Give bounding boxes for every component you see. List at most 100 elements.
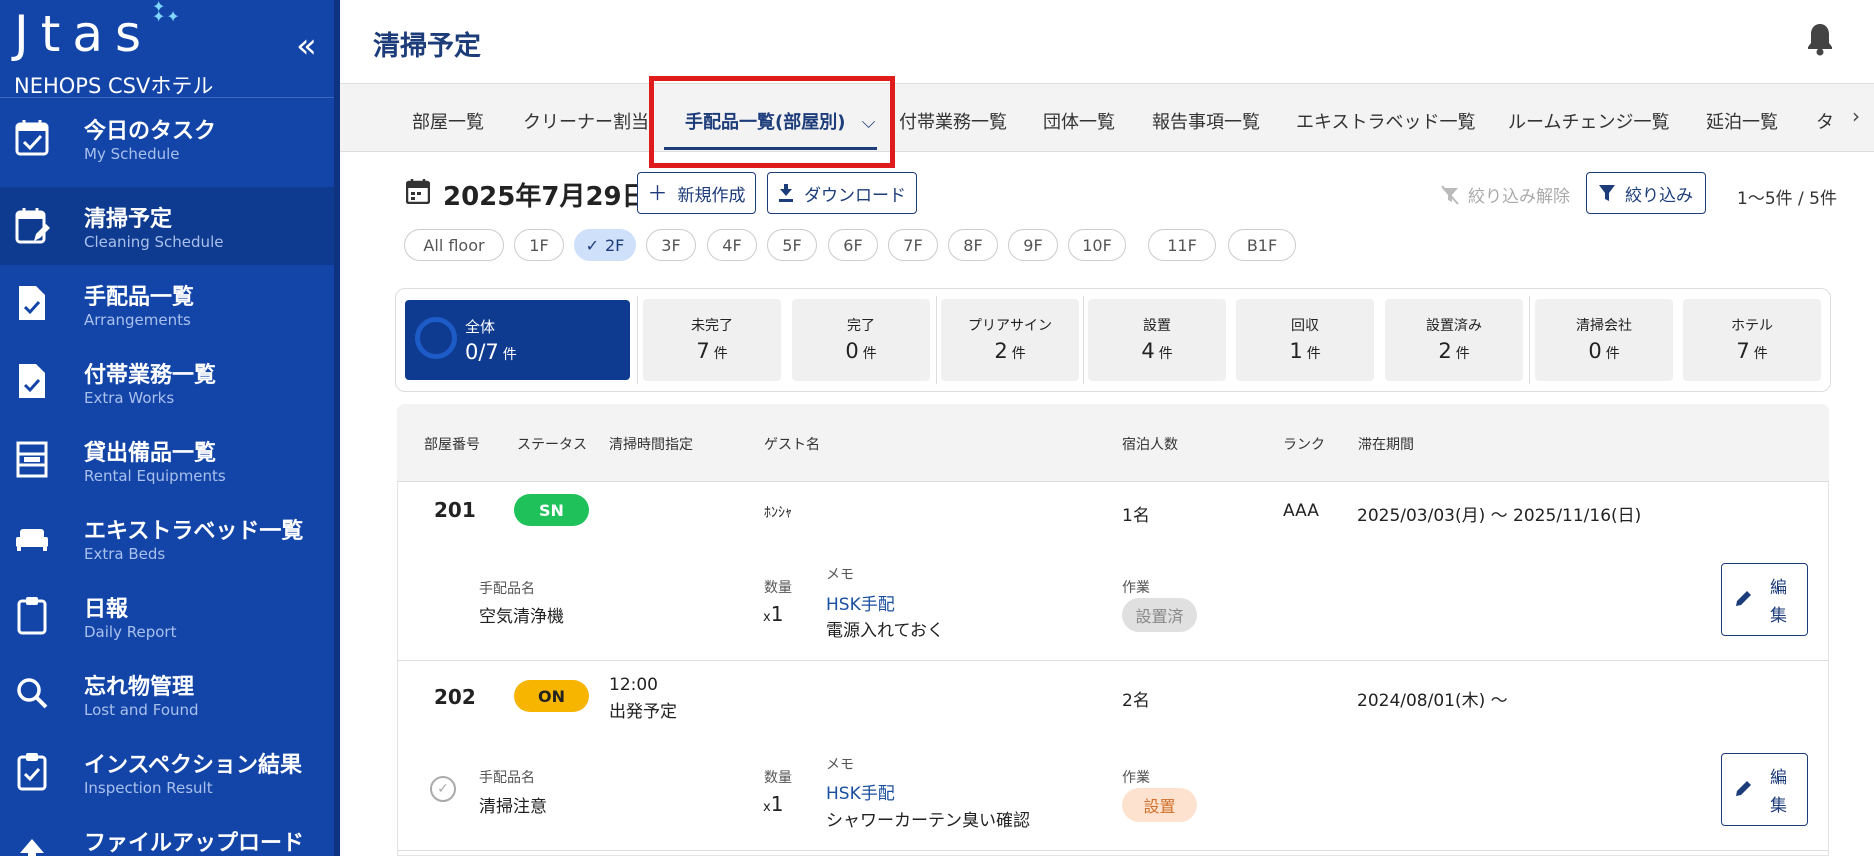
sidebar-item-daily-report[interactable]: 日報 Daily Report <box>0 577 334 655</box>
stat-divider <box>1529 296 1530 384</box>
upload-icon <box>20 839 44 856</box>
tab-groups[interactable]: 団体一覧 <box>1043 108 1115 134</box>
edit-button[interactable]: 編集 <box>1721 753 1808 826</box>
column-header-guest[interactable]: ゲスト名 <box>764 434 820 454</box>
sidebar-item-sublabel: Inspection Result <box>84 779 213 797</box>
floor-chip-3f[interactable]: 3F <box>646 229 696 261</box>
floor-chip-9f[interactable]: 9F <box>1008 229 1058 261</box>
stat-card-complete[interactable]: 完了 0 件 <box>792 299 930 381</box>
item-name: 清掃注意 <box>479 797 547 817</box>
pencil-icon <box>1736 781 1751 796</box>
chevron-right-icon[interactable]: › <box>1852 104 1860 128</box>
collapse-sidebar-button[interactable]: « <box>296 26 317 66</box>
tab-room-list[interactable]: 部屋一覧 <box>412 108 484 134</box>
stay-period: 2024/08/01(木) 〜 <box>1357 691 1508 711</box>
floor-chip-8f[interactable]: 8F <box>948 229 998 261</box>
floor-chip-4f[interactable]: 4F <box>707 229 757 261</box>
floor-chip-7f[interactable]: 7F <box>888 229 938 261</box>
cleaning-time: 12:00 <box>609 675 658 695</box>
quantity-value: 1 <box>770 792 784 816</box>
sidebar-item-lost-and-found[interactable]: 忘れ物管理 Lost and Found <box>0 655 334 733</box>
brand: Jtas ✦ ✦✦ NEHOPS CSVホテル <box>14 0 213 98</box>
item-name-label: 手配品名 <box>479 770 535 786</box>
stat-card-hotel[interactable]: ホテル 7 件 <box>1683 299 1821 381</box>
tab-extended-stay[interactable]: 延泊一覧 <box>1706 108 1778 134</box>
stat-divider <box>936 296 937 384</box>
calendar-icon <box>406 179 430 204</box>
column-header-guests-count[interactable]: 宿泊人数 <box>1122 434 1178 454</box>
sidebar-item-cleaning-schedule[interactable]: 清掃予定 Cleaning Schedule <box>0 187 334 265</box>
tab-cleaner-assign[interactable]: クリーナー割当 <box>523 108 649 134</box>
sidebar-item-label: 忘れ物管理 <box>84 675 195 700</box>
room-number[interactable]: 202 <box>434 685 476 709</box>
stat-label: 完了 <box>847 318 875 334</box>
stat-value: 0件 <box>1535 339 1673 363</box>
sidebar-item-my-schedule[interactable]: 今日のタスク My Schedule <box>0 99 334 177</box>
stat-card-collect[interactable]: 回収 1 件 <box>1236 299 1374 381</box>
column-header-status[interactable]: ステータス <box>517 434 587 454</box>
sidebar-item-extra-works[interactable]: 付帯業務一覧 Extra Works <box>0 343 334 421</box>
new-button[interactable]: ＋ 新規作成 <box>637 172 756 214</box>
work-status-badge: 設置済 <box>1122 598 1197 632</box>
sidebar-item-sublabel: Extra Beds <box>84 545 166 563</box>
cleaning-time-note: 出発予定 <box>609 702 677 722</box>
stat-number: 2 <box>1438 339 1452 363</box>
memo-link[interactable]: HSK手配 <box>826 590 895 615</box>
tab-overflow[interactable]: タ <box>1816 108 1834 134</box>
download-button-label: ダウンロード <box>804 185 906 206</box>
tab-extra-beds[interactable]: エキストラベッド一覧 <box>1296 108 1475 134</box>
sidebar-item-file-upload[interactable]: ファイルアップロード <box>0 811 334 856</box>
sidebar-item-label: 清掃予定 <box>84 207 173 232</box>
date-title[interactable]: 2025年7月29日 <box>443 176 648 213</box>
sidebar-item-extra-beds[interactable]: エキストラベッド一覧 Extra Beds <box>0 499 334 577</box>
floor-chip-all[interactable]: All floor <box>404 229 504 261</box>
stat-card-preassign[interactable]: プリアサイン 2 件 <box>941 299 1079 381</box>
stat-number: 2 <box>994 339 1008 363</box>
filter-icon <box>1599 185 1615 201</box>
sidebar-item-label: 日報 <box>84 597 129 622</box>
floor-chip-11f[interactable]: 11F <box>1148 229 1216 261</box>
floor-chip-2f[interactable]: ✓ 2F <box>574 229 636 261</box>
stat-card-incomplete[interactable]: 未完了 7 件 <box>643 299 781 381</box>
stat-card-cleaning-company[interactable]: 清掃会社 0 件 <box>1535 299 1673 381</box>
edit-button[interactable]: 編集 <box>1721 563 1808 636</box>
stat-card-total[interactable]: 全体 0/7 件 <box>405 300 630 380</box>
tab-room-change[interactable]: ルームチェンジ一覧 <box>1508 108 1669 134</box>
download-icon <box>779 184 793 202</box>
floor-chip-6f[interactable]: 6F <box>828 229 878 261</box>
column-header-stay[interactable]: 滞在期間 <box>1358 434 1414 454</box>
sidebar-item-arrangements[interactable]: 手配品一覧 Arrangements <box>0 265 334 343</box>
floor-chip-b1f[interactable]: B1F <box>1228 229 1296 261</box>
floor-chip-1f[interactable]: 1F <box>514 229 564 261</box>
sidebar-item-rental-equipments[interactable]: 貸出備品一覧 Rental Equipments <box>0 421 334 499</box>
column-header-room[interactable]: 部屋番号 <box>424 434 480 454</box>
stat-card-install[interactable]: 設置 4 件 <box>1088 299 1226 381</box>
new-button-label: 新規作成 <box>677 185 746 206</box>
column-header-time[interactable]: 清掃時間指定 <box>609 434 693 454</box>
floor-chip-10f[interactable]: 10F <box>1068 229 1126 261</box>
download-button[interactable]: ダウンロード <box>767 172 917 214</box>
sidebar-item-sublabel: My Schedule <box>84 145 180 163</box>
filter-button[interactable]: 絞り込み <box>1586 172 1706 214</box>
quantity-value: 1 <box>770 602 784 626</box>
hotel-name: NEHOPS CSVホテル <box>14 74 214 98</box>
app-header: 清掃予定 <box>340 0 1874 84</box>
tab-extra-works[interactable]: 付帯業務一覧 <box>899 108 1007 134</box>
memo-link[interactable]: HSK手配 <box>826 779 895 804</box>
logo: Jtas ✦ ✦✦ <box>14 0 213 62</box>
stat-card-installed[interactable]: 設置済み 2 件 <box>1385 299 1523 381</box>
sidebar-item-label: 貸出備品一覧 <box>84 441 217 466</box>
sidebar-item-label: インスペクション結果 <box>84 753 303 778</box>
work-label: 作業 <box>1122 580 1150 596</box>
column-header-rank[interactable]: ランク <box>1283 434 1325 454</box>
floor-chip-5f[interactable]: 5F <box>767 229 817 261</box>
clear-filter-button[interactable]: 絞り込み解除 <box>1440 182 1570 207</box>
sidebar-item-sublabel: Lost and Found <box>84 701 199 719</box>
sidebar-item-inspection-result[interactable]: インスペクション結果 Inspection Result <box>0 733 334 811</box>
room-number[interactable]: 201 <box>434 498 476 522</box>
check-circle-icon[interactable]: ✓ <box>430 776 456 802</box>
notification-bell-icon[interactable] <box>1806 22 1834 56</box>
item-name: 空気清浄機 <box>479 607 564 627</box>
tab-reports[interactable]: 報告事項一覧 <box>1152 108 1260 134</box>
stat-value: 2件 <box>941 339 1079 363</box>
